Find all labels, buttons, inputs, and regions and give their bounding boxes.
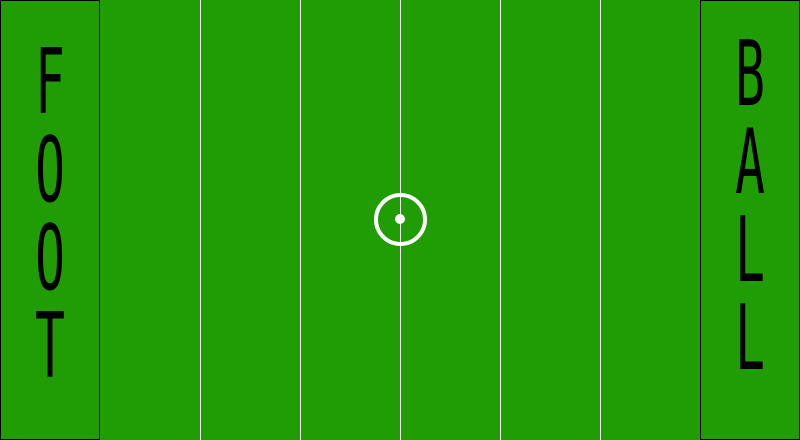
endzone-letter: O [35,206,65,311]
yard-line [500,0,501,440]
endzone-letter: L [735,198,765,303]
ball-marker [395,214,405,224]
endzone-letter: B [735,22,765,127]
yard-line [300,0,301,440]
right-endzone: B A L L [700,0,800,440]
right-endzone-word: B A L L [701,22,799,391]
football-field: F O O T B A L L [0,0,800,440]
yard-line [600,0,601,440]
endzone-letter: F [35,30,65,135]
endzone-letter: L [735,286,765,391]
endzone-letter: O [35,118,65,223]
left-endzone-word: F O O T [1,30,99,399]
yard-line [200,0,201,440]
endzone-letter: A [735,110,765,215]
left-endzone: F O O T [0,0,100,440]
endzone-letter: T [35,294,65,399]
